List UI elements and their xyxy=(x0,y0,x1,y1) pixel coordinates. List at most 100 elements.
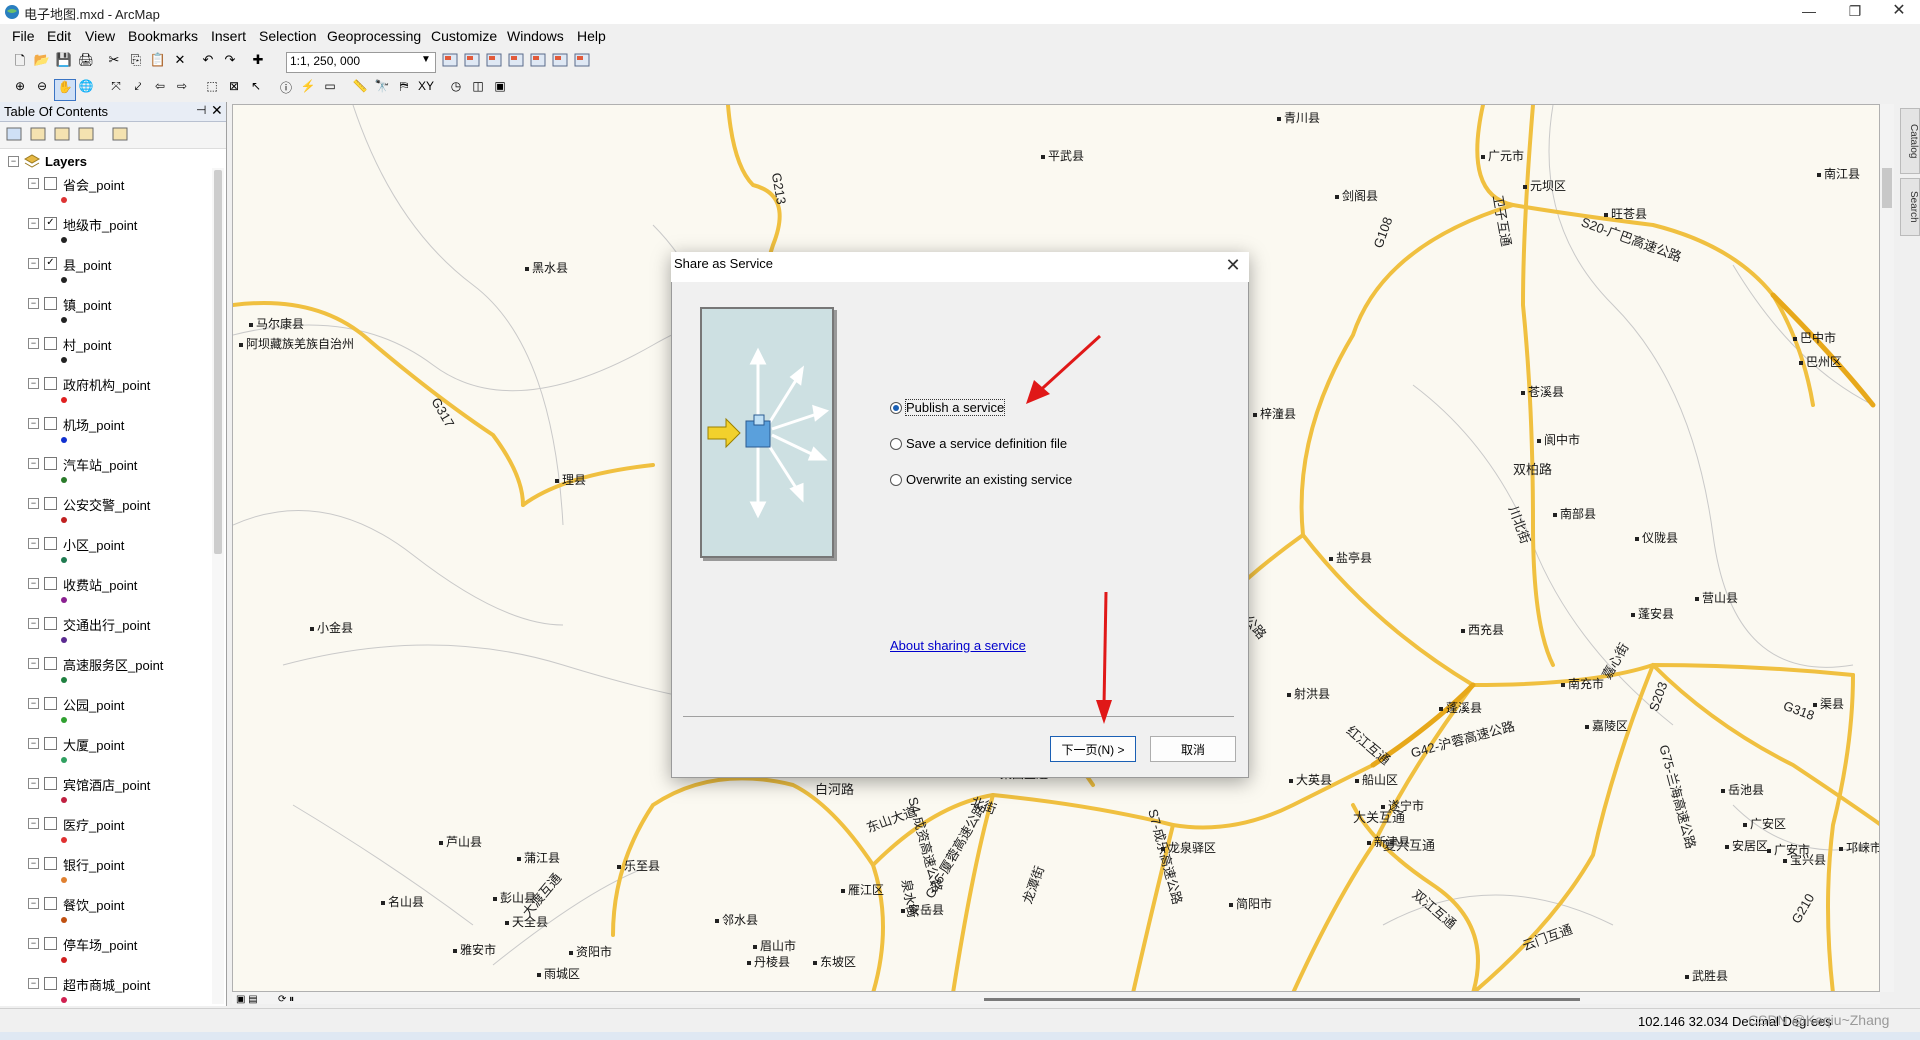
layer-expander-icon[interactable]: − xyxy=(28,618,39,629)
menu-windows[interactable]: Windows xyxy=(507,28,564,44)
publish-service-radio[interactable] xyxy=(890,402,902,414)
menu-insert[interactable]: Insert xyxy=(211,28,246,44)
menu-file[interactable]: File xyxy=(12,28,35,44)
layer-expander-icon[interactable]: − xyxy=(28,298,39,309)
fixed-zoom-in-icon[interactable]: ⤧ xyxy=(106,79,126,99)
layer-name[interactable]: 省会_point xyxy=(63,175,124,194)
layer-visibility-checkbox[interactable]: ✓ xyxy=(44,217,57,230)
search-window-icon[interactable] xyxy=(508,53,528,73)
back-extent-icon[interactable]: ⇦ xyxy=(150,79,170,99)
layer-name[interactable]: 医疗_point xyxy=(63,815,124,834)
layer-name[interactable]: 超市商城_point xyxy=(63,975,150,994)
layer-name[interactable]: 公安交警_point xyxy=(63,495,150,514)
model-builder-icon[interactable] xyxy=(574,53,594,73)
pin-icon[interactable]: ⊣ xyxy=(196,103,206,117)
layer-name[interactable]: 镇_point xyxy=(63,295,111,314)
overwrite-service-radio[interactable] xyxy=(890,474,902,486)
layer-visibility-checkbox[interactable] xyxy=(44,337,57,350)
fixed-zoom-out-icon[interactable]: ⤦ xyxy=(128,79,148,99)
layer-expander-icon[interactable]: − xyxy=(28,538,39,549)
zoom-in-icon[interactable]: ⊕ xyxy=(10,79,30,99)
forward-extent-icon[interactable]: ⇨ xyxy=(172,79,192,99)
layer-visibility-checkbox[interactable] xyxy=(44,977,57,990)
arctoolbox-icon[interactable] xyxy=(530,53,550,73)
layer-expander-icon[interactable]: − xyxy=(28,698,39,709)
layers-root-label[interactable]: Layers xyxy=(45,154,87,169)
layer-expander-icon[interactable]: − xyxy=(28,218,39,229)
zoom-out-icon[interactable]: ⊖ xyxy=(32,79,52,99)
publish-service-label[interactable]: Publish a service xyxy=(904,399,1006,416)
expander-icon[interactable]: − xyxy=(8,156,19,167)
menu-view[interactable]: View xyxy=(85,28,115,44)
layer-expander-icon[interactable]: − xyxy=(28,738,39,749)
layer-name[interactable]: 地级市_point xyxy=(63,215,137,234)
hyperlink-icon[interactable]: ⚡ xyxy=(298,79,318,99)
layer-expander-icon[interactable]: − xyxy=(28,858,39,869)
layer-expander-icon[interactable]: − xyxy=(28,938,39,949)
pan-icon[interactable]: ✋ xyxy=(54,79,76,101)
print-icon[interactable]: 🖨 xyxy=(76,52,96,72)
layer-expander-icon[interactable]: − xyxy=(28,978,39,989)
layer-visibility-checkbox[interactable] xyxy=(44,417,57,430)
refresh-icon[interactable]: ⟳ ⏸ xyxy=(278,994,294,1005)
menu-help[interactable]: Help xyxy=(577,28,606,44)
menu-selection[interactable]: Selection xyxy=(259,28,317,44)
menu-bookmarks[interactable]: Bookmarks xyxy=(128,28,198,44)
layer-name[interactable]: 机场_point xyxy=(63,415,124,434)
layer-visibility-checkbox[interactable] xyxy=(44,937,57,950)
python-icon[interactable] xyxy=(552,53,572,73)
layer-visibility-checkbox[interactable] xyxy=(44,857,57,870)
goto-xy-icon[interactable]: XY xyxy=(416,79,436,99)
layer-expander-icon[interactable]: − xyxy=(28,338,39,349)
clear-selection-icon[interactable]: ⊠ xyxy=(224,79,244,99)
undo-icon[interactable]: ↶ xyxy=(198,52,218,72)
layer-visibility-checkbox[interactable] xyxy=(44,297,57,310)
copy-icon[interactable]: ⎘ xyxy=(126,52,146,72)
layer-expander-icon[interactable]: − xyxy=(28,378,39,389)
layer-visibility-checkbox[interactable]: ✓ xyxy=(44,257,57,270)
layer-expander-icon[interactable]: − xyxy=(28,578,39,589)
layer-visibility-checkbox[interactable] xyxy=(44,817,57,830)
layer-name[interactable]: 宾馆酒店_point xyxy=(63,775,150,794)
layer-name[interactable]: 收费站_point xyxy=(63,575,137,594)
cut-icon[interactable]: ✂ xyxy=(104,52,124,72)
layer-name[interactable]: 小区_point xyxy=(63,535,124,554)
open-icon[interactable]: 📂 xyxy=(32,52,52,72)
identify-icon[interactable]: ⓘ xyxy=(276,79,296,99)
measure-icon[interactable]: 📏 xyxy=(350,79,370,99)
layer-name[interactable]: 餐饮_point xyxy=(63,895,124,914)
maximize-button[interactable]: ❐ xyxy=(1832,0,1878,24)
layer-name[interactable]: 村_point xyxy=(63,335,111,354)
paste-icon[interactable]: 📋 xyxy=(148,52,168,72)
toc-scroll-thumb[interactable] xyxy=(214,170,222,554)
viewer-icon[interactable]: ◫ xyxy=(468,79,488,99)
layer-name[interactable]: 汽车站_point xyxy=(63,455,137,474)
layer-visibility-checkbox[interactable] xyxy=(44,457,57,470)
redo-icon[interactable]: ↷ xyxy=(220,52,240,72)
layer-visibility-checkbox[interactable] xyxy=(44,497,57,510)
layer-name[interactable]: 停车场_point xyxy=(63,935,137,954)
layer-visibility-checkbox[interactable] xyxy=(44,377,57,390)
layer-name[interactable]: 交通出行_point xyxy=(63,615,150,634)
list-by-source-icon[interactable] xyxy=(30,126,50,146)
layer-name[interactable]: 政府机构_point xyxy=(63,375,150,394)
map-scroll-thumb[interactable] xyxy=(1882,168,1892,208)
layer-expander-icon[interactable]: − xyxy=(28,418,39,429)
menu-customize[interactable]: Customize xyxy=(431,28,497,44)
layer-expander-icon[interactable]: − xyxy=(28,898,39,909)
close-panel-icon[interactable]: ✕ xyxy=(211,102,223,119)
catalog-tab[interactable]: Catalog xyxy=(1900,108,1920,174)
find-icon[interactable]: 🔭 xyxy=(372,79,392,99)
options-icon[interactable] xyxy=(112,126,132,146)
select-elements-icon[interactable]: ↖ xyxy=(246,79,266,99)
layer-visibility-checkbox[interactable] xyxy=(44,777,57,790)
save-definition-label[interactable]: Save a service definition file xyxy=(906,436,1067,451)
menu-geoprocessing[interactable]: Geoprocessing xyxy=(327,28,421,44)
layer-visibility-checkbox[interactable] xyxy=(44,737,57,750)
toc-icon[interactable] xyxy=(464,53,484,73)
layer-name[interactable]: 县_point xyxy=(63,255,111,274)
list-by-visibility-icon[interactable] xyxy=(54,126,74,146)
layer-name[interactable]: 大厦_point xyxy=(63,735,124,754)
layer-expander-icon[interactable]: − xyxy=(28,778,39,789)
layer-name[interactable]: 银行_point xyxy=(63,855,124,874)
